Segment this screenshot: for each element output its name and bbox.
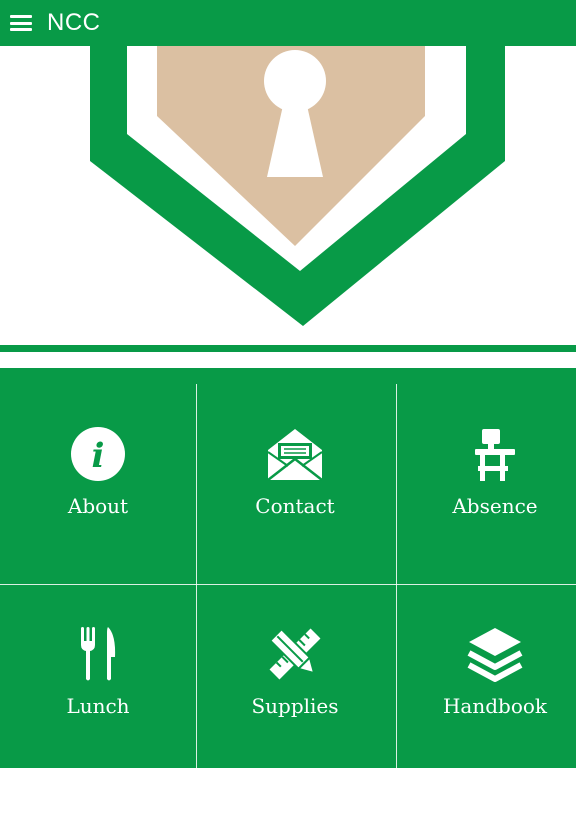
tile-lunch[interactable]: Lunch xyxy=(0,624,196,824)
tile-supplies[interactable]: Supplies xyxy=(197,624,393,824)
school-crest-banner xyxy=(0,46,576,346)
svg-text:i: i xyxy=(92,436,105,476)
green-divider-stripe xyxy=(0,345,576,352)
layers-icon xyxy=(465,624,525,684)
envelope-icon xyxy=(265,424,325,484)
tile-contact[interactable]: Contact xyxy=(197,424,393,624)
tile-handbook[interactable]: Handbook xyxy=(397,624,576,824)
tile-lunch-label: Lunch xyxy=(66,694,130,718)
tile-handbook-label: Handbook xyxy=(442,694,548,718)
tile-absence-label: Absence xyxy=(452,494,538,518)
fork-knife-icon xyxy=(68,624,128,684)
tile-supplies-label: Supplies xyxy=(251,694,339,718)
tile-contact-label: Contact xyxy=(255,494,335,518)
tile-about[interactable]: i About xyxy=(0,424,196,624)
menu-grid: i About Contact Absence Lunch Supplies H… xyxy=(0,368,576,768)
app-title: NCC xyxy=(47,9,101,36)
shield-logo xyxy=(90,46,505,326)
menu-icon[interactable] xyxy=(10,15,32,31)
tile-about-label: About xyxy=(67,494,129,518)
tile-absence[interactable]: Absence xyxy=(397,424,576,624)
app-bar: NCC xyxy=(0,0,576,46)
school-desk-icon xyxy=(465,424,525,484)
pencil-ruler-icon xyxy=(265,624,325,684)
info-icon: i xyxy=(68,424,128,484)
